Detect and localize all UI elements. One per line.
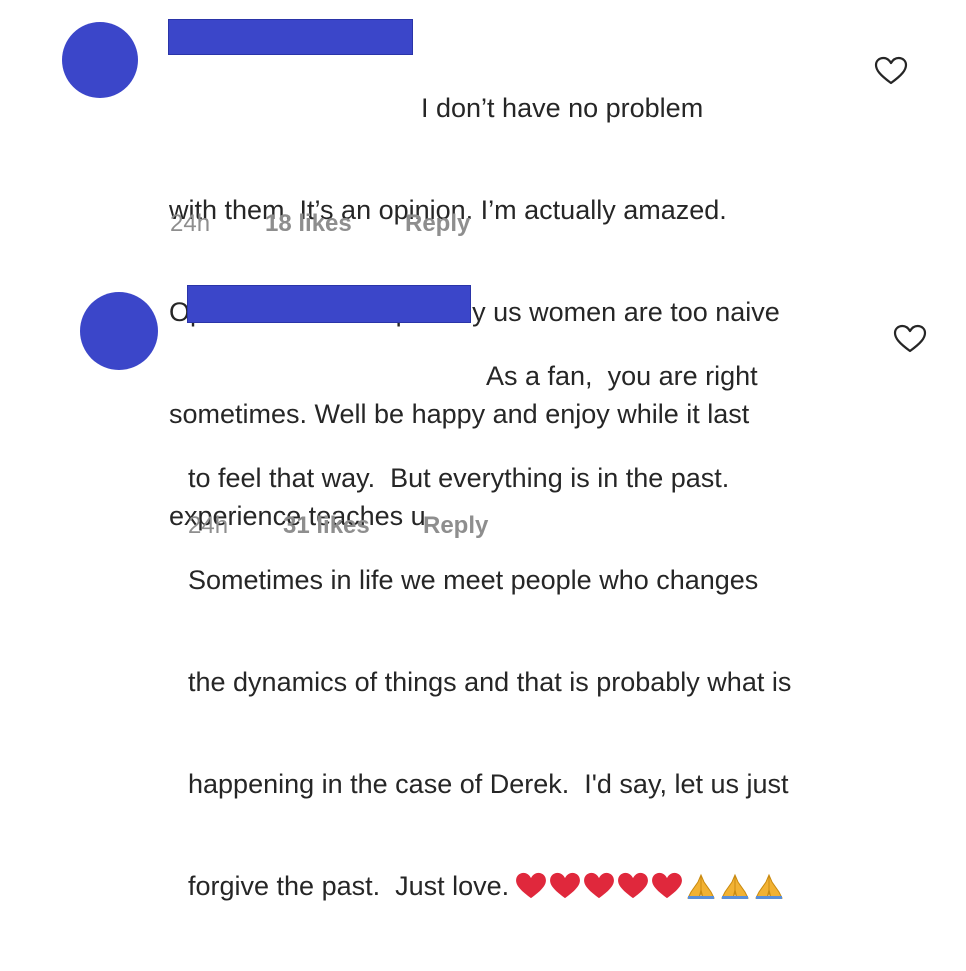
red-heart-icon <box>515 872 547 900</box>
timestamp: 24h <box>188 512 229 539</box>
comment-line-with-emojis: forgive the past. Just love. <box>188 869 791 903</box>
comment-line: Sometimes in life we meet people who cha… <box>188 565 759 595</box>
comment-meta: 24h 18 likes Reply <box>170 210 470 238</box>
red-heart-icon <box>617 872 649 900</box>
comment-line: to feel that way. But everything is in t… <box>188 463 730 493</box>
red-heart-icon <box>549 872 581 900</box>
red-heart-icon <box>583 872 615 900</box>
emoji-group <box>515 872 787 900</box>
comment-line: As a fan, you are right <box>486 361 758 391</box>
comment-meta: 24h 31 likes Reply <box>188 512 488 540</box>
comment-text: As a fan, you are right to feel that way… <box>188 291 791 971</box>
folded-hands-icon <box>719 872 751 900</box>
likes-count[interactable]: 31 likes <box>283 512 423 540</box>
timestamp: 24h <box>170 210 211 237</box>
likes-count[interactable]: 18 likes <box>265 210 405 238</box>
folded-hands-icon <box>753 872 785 900</box>
comment-line: happening in the case of Derek. I'd say,… <box>188 769 789 799</box>
comment-line: the dynamics of things and that is proba… <box>188 667 792 697</box>
red-heart-icon <box>651 872 683 900</box>
comment-line: forgive the past. Just love. <box>188 871 510 901</box>
comment-line: I don’t have no problem <box>421 93 704 123</box>
like-heart-icon[interactable] <box>874 56 908 86</box>
folded-hands-icon <box>685 872 717 900</box>
reply-button[interactable]: Reply <box>405 210 470 238</box>
avatar[interactable] <box>80 292 158 370</box>
reply-button[interactable]: Reply <box>423 512 488 540</box>
avatar[interactable] <box>62 22 138 98</box>
like-heart-icon[interactable] <box>893 324 927 354</box>
